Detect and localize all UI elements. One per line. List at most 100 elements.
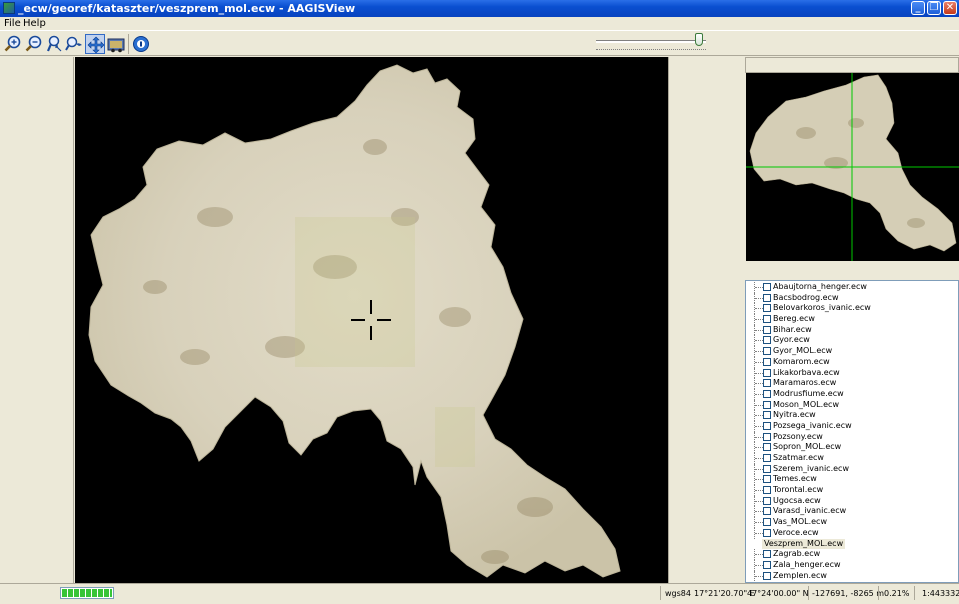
layer-checkbox[interactable] xyxy=(763,315,771,324)
layer-label: Szerem_ivanic.ecw xyxy=(773,463,849,473)
overview-raster xyxy=(746,73,959,261)
layer-checkbox[interactable] xyxy=(763,336,771,345)
layer-label: Bacsbodrog.ecw xyxy=(773,292,839,302)
layer-checkbox[interactable] xyxy=(763,464,771,473)
zoom-slider-track[interactable] xyxy=(596,40,706,43)
app-icon xyxy=(3,2,15,14)
full-extent-button[interactable] xyxy=(106,34,126,54)
minimize-button[interactable]: _ xyxy=(911,1,925,15)
layer-label: Varasd_ivanic.ecw xyxy=(773,506,847,516)
toolbar-separator xyxy=(128,34,129,54)
layer-label: Veroce.ecw xyxy=(773,527,819,537)
layer-label: Szatmar.ecw xyxy=(773,453,824,462)
layer-label: Veszprem_MOL.ecw xyxy=(762,538,846,550)
layer-checkbox[interactable] xyxy=(763,571,771,580)
progress-fill xyxy=(62,589,112,597)
layer-checkbox[interactable] xyxy=(763,550,771,559)
layer-checkbox[interactable] xyxy=(763,454,771,462)
layer-checkbox[interactable] xyxy=(763,293,771,302)
layer-label: Vas_MOL.ecw xyxy=(773,517,827,527)
layer-checkbox[interactable] xyxy=(763,325,771,334)
right-spacer xyxy=(668,57,744,583)
layer-label: Gyor_MOL.ecw xyxy=(773,346,833,356)
layer-checkbox[interactable] xyxy=(763,283,771,291)
status-separator xyxy=(914,586,915,600)
layer-label: Zemplen.ecw xyxy=(773,570,827,580)
layer-checkbox[interactable] xyxy=(763,518,771,527)
close-button[interactable]: ✕ xyxy=(943,1,957,15)
layer-tree: Abaujtorna_henger.ecw Bacsbodrog.ecw Belov… xyxy=(745,280,959,583)
menu-help[interactable]: Help xyxy=(23,18,46,29)
move-tool-icon xyxy=(87,36,105,54)
info-icon xyxy=(133,36,149,52)
title-bar: _ecw/georef/kataszter/veszprem_mol.ecw -… xyxy=(0,0,959,17)
status-separator xyxy=(660,586,661,600)
layer-label: Maramaros.ecw xyxy=(773,378,837,388)
layer-label: Moson_MOL.ecw xyxy=(773,399,839,409)
layer-checkbox[interactable] xyxy=(763,304,771,313)
zoom-in-button[interactable] xyxy=(3,34,23,54)
toolbar xyxy=(0,30,959,56)
status-longitude: 17°21'20.70" E xyxy=(694,589,755,598)
layer-checkbox[interactable] xyxy=(763,389,771,398)
layer-label: Bereg.ecw xyxy=(773,314,815,324)
layer-label: Likakorbava.ecw xyxy=(773,367,840,377)
zoom-box-button[interactable] xyxy=(44,34,64,54)
status-percent: 0.21% xyxy=(884,589,910,598)
layer-checkbox[interactable] xyxy=(763,528,771,537)
status-datum: wgs84 xyxy=(665,589,691,598)
layer-label: Zala_henger.ecw xyxy=(773,559,841,569)
pan-icon xyxy=(65,36,82,51)
maximize-button[interactable]: ❐ xyxy=(927,1,941,15)
layer-label: Pozsony.ecw xyxy=(773,431,823,441)
progress-bar xyxy=(60,587,114,599)
pan-button[interactable] xyxy=(64,34,84,54)
layer-checkbox[interactable] xyxy=(763,560,771,569)
map-canvas[interactable] xyxy=(75,57,668,583)
layer-checkbox[interactable] xyxy=(763,475,771,484)
status-separator xyxy=(808,586,809,600)
layer-label: Ugocsa.ecw xyxy=(773,495,821,505)
menu-file[interactable]: File xyxy=(4,18,21,29)
move-tool-button[interactable] xyxy=(85,34,105,54)
left-panel xyxy=(0,57,74,583)
layer-label: Bihar.ecw xyxy=(773,324,812,334)
layer-label: Nyitra.ecw xyxy=(773,410,816,420)
layer-checkbox[interactable] xyxy=(763,443,771,452)
layer-checkbox[interactable] xyxy=(763,486,771,495)
layer-checkbox[interactable] xyxy=(763,368,771,377)
map-raster xyxy=(88,64,621,578)
status-scale: 1:443332 xyxy=(922,589,959,598)
layer-checkbox[interactable] xyxy=(763,432,771,441)
overview-map[interactable] xyxy=(746,73,959,261)
zoom-out-icon xyxy=(25,35,42,52)
layer-label: Modrusfiume.ecw xyxy=(773,388,844,398)
layer-label: Zagrab.ecw xyxy=(773,549,821,559)
info-button[interactable] xyxy=(131,34,151,54)
zoom-in-icon xyxy=(4,35,21,52)
status-latitude: 47°24'00.00" N xyxy=(747,589,809,598)
zoom-slider-thumb[interactable] xyxy=(694,33,703,46)
layer-label: Pozsega_ivanic.ecw xyxy=(773,420,852,430)
window-title: _ecw/georef/kataszter/veszprem_mol.ecw -… xyxy=(18,2,356,15)
layer-checkbox[interactable] xyxy=(763,421,771,430)
layer-label: Abaujtorna_henger.ecw xyxy=(773,282,867,291)
layer-label: Komarom.ecw xyxy=(773,356,830,366)
panel-divider[interactable] xyxy=(745,261,959,280)
layer-checkbox[interactable] xyxy=(763,379,771,388)
layer-checkbox[interactable] xyxy=(763,496,771,505)
status-projected: -127691, -8265 m xyxy=(812,589,885,598)
menu-bar: File Help xyxy=(0,17,959,30)
layer-checkbox[interactable] xyxy=(763,400,771,409)
layer-checkbox[interactable] xyxy=(763,347,771,356)
overview-header xyxy=(745,57,959,73)
layer-checkbox[interactable] xyxy=(763,507,771,516)
status-separator xyxy=(878,586,879,600)
layer-label: Gyor.ecw xyxy=(773,335,810,345)
full-extent-icon xyxy=(107,38,125,53)
layer-checkbox[interactable] xyxy=(763,411,771,420)
zoom-out-button[interactable] xyxy=(24,34,44,54)
layer-checkbox[interactable] xyxy=(763,357,771,366)
layer-label: Torontal.ecw xyxy=(773,485,824,495)
layer-label: Belovarkoros_ivanic.ecw xyxy=(773,303,871,313)
